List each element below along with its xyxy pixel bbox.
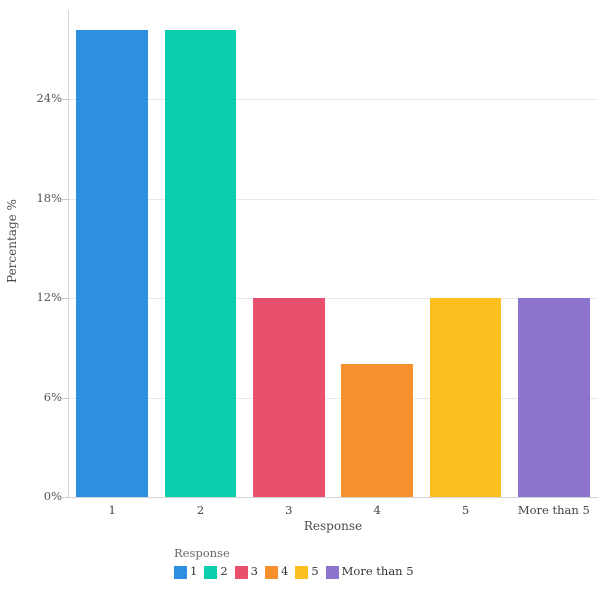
legend-items: 1 2 3 4 5 More than 5 [174,564,594,579]
y-tick-label: 0% [43,489,62,503]
legend-swatch-icon [234,565,248,579]
bar[interactable] [164,29,237,497]
x-tick-label: 1 [108,503,116,517]
y-tick-mark [62,497,68,498]
legend-item[interactable]: 3 [234,564,258,579]
legend-item[interactable]: 5 [295,564,319,579]
x-tick-label: More than 5 [517,503,590,517]
x-tick-label: 2 [196,503,205,517]
bar[interactable] [76,29,149,497]
y-tick-label: 6% [43,389,62,404]
legend-item-label: 4 [280,564,289,579]
y-tick-mark [62,198,68,200]
bar-chart: 0% 6% 12% 18% 24% Percentage % 1 2 3 4 5 More tha… [0,0,600,600]
bar[interactable] [341,364,414,497]
y-tick-mark [62,298,68,300]
bar[interactable] [429,298,502,497]
y-tick-mark [62,397,68,399]
y-tick-mark [62,99,68,101]
bar[interactable] [252,298,325,497]
legend-item-label: 1 [190,564,198,579]
y-axis-title: Percentage % [5,199,19,283]
legend-item[interactable]: More than 5 [325,564,414,579]
legend-item[interactable]: 1 [174,564,198,579]
legend: Response 1 2 3 4 5 More than 5 [174,546,594,579]
legend-swatch-icon [295,565,309,579]
y-tick-label: 24% [36,91,62,106]
x-tick-label: 3 [285,503,293,517]
x-axis-ticks: 1 2 3 4 5 More than 5 [68,503,598,519]
legend-title: Response [174,546,230,560]
bar[interactable] [517,298,590,497]
legend-item[interactable]: 4 [264,564,289,579]
x-tick-label: 5 [461,503,470,517]
legend-swatch-icon [264,565,278,579]
x-axis-line [68,497,598,498]
legend-swatch-icon [325,565,339,579]
legend-swatch-icon [174,565,187,579]
legend-swatch-icon [204,565,218,579]
bars-layer [68,10,598,497]
legend-item-label: 5 [311,564,319,579]
legend-item-label: More than 5 [341,564,414,579]
x-axis-title: Response [303,519,363,533]
legend-item[interactable]: 2 [204,564,228,579]
legend-item-label: 3 [250,564,258,579]
legend-item-label: 2 [220,564,228,579]
x-tick-label: 4 [373,503,381,517]
